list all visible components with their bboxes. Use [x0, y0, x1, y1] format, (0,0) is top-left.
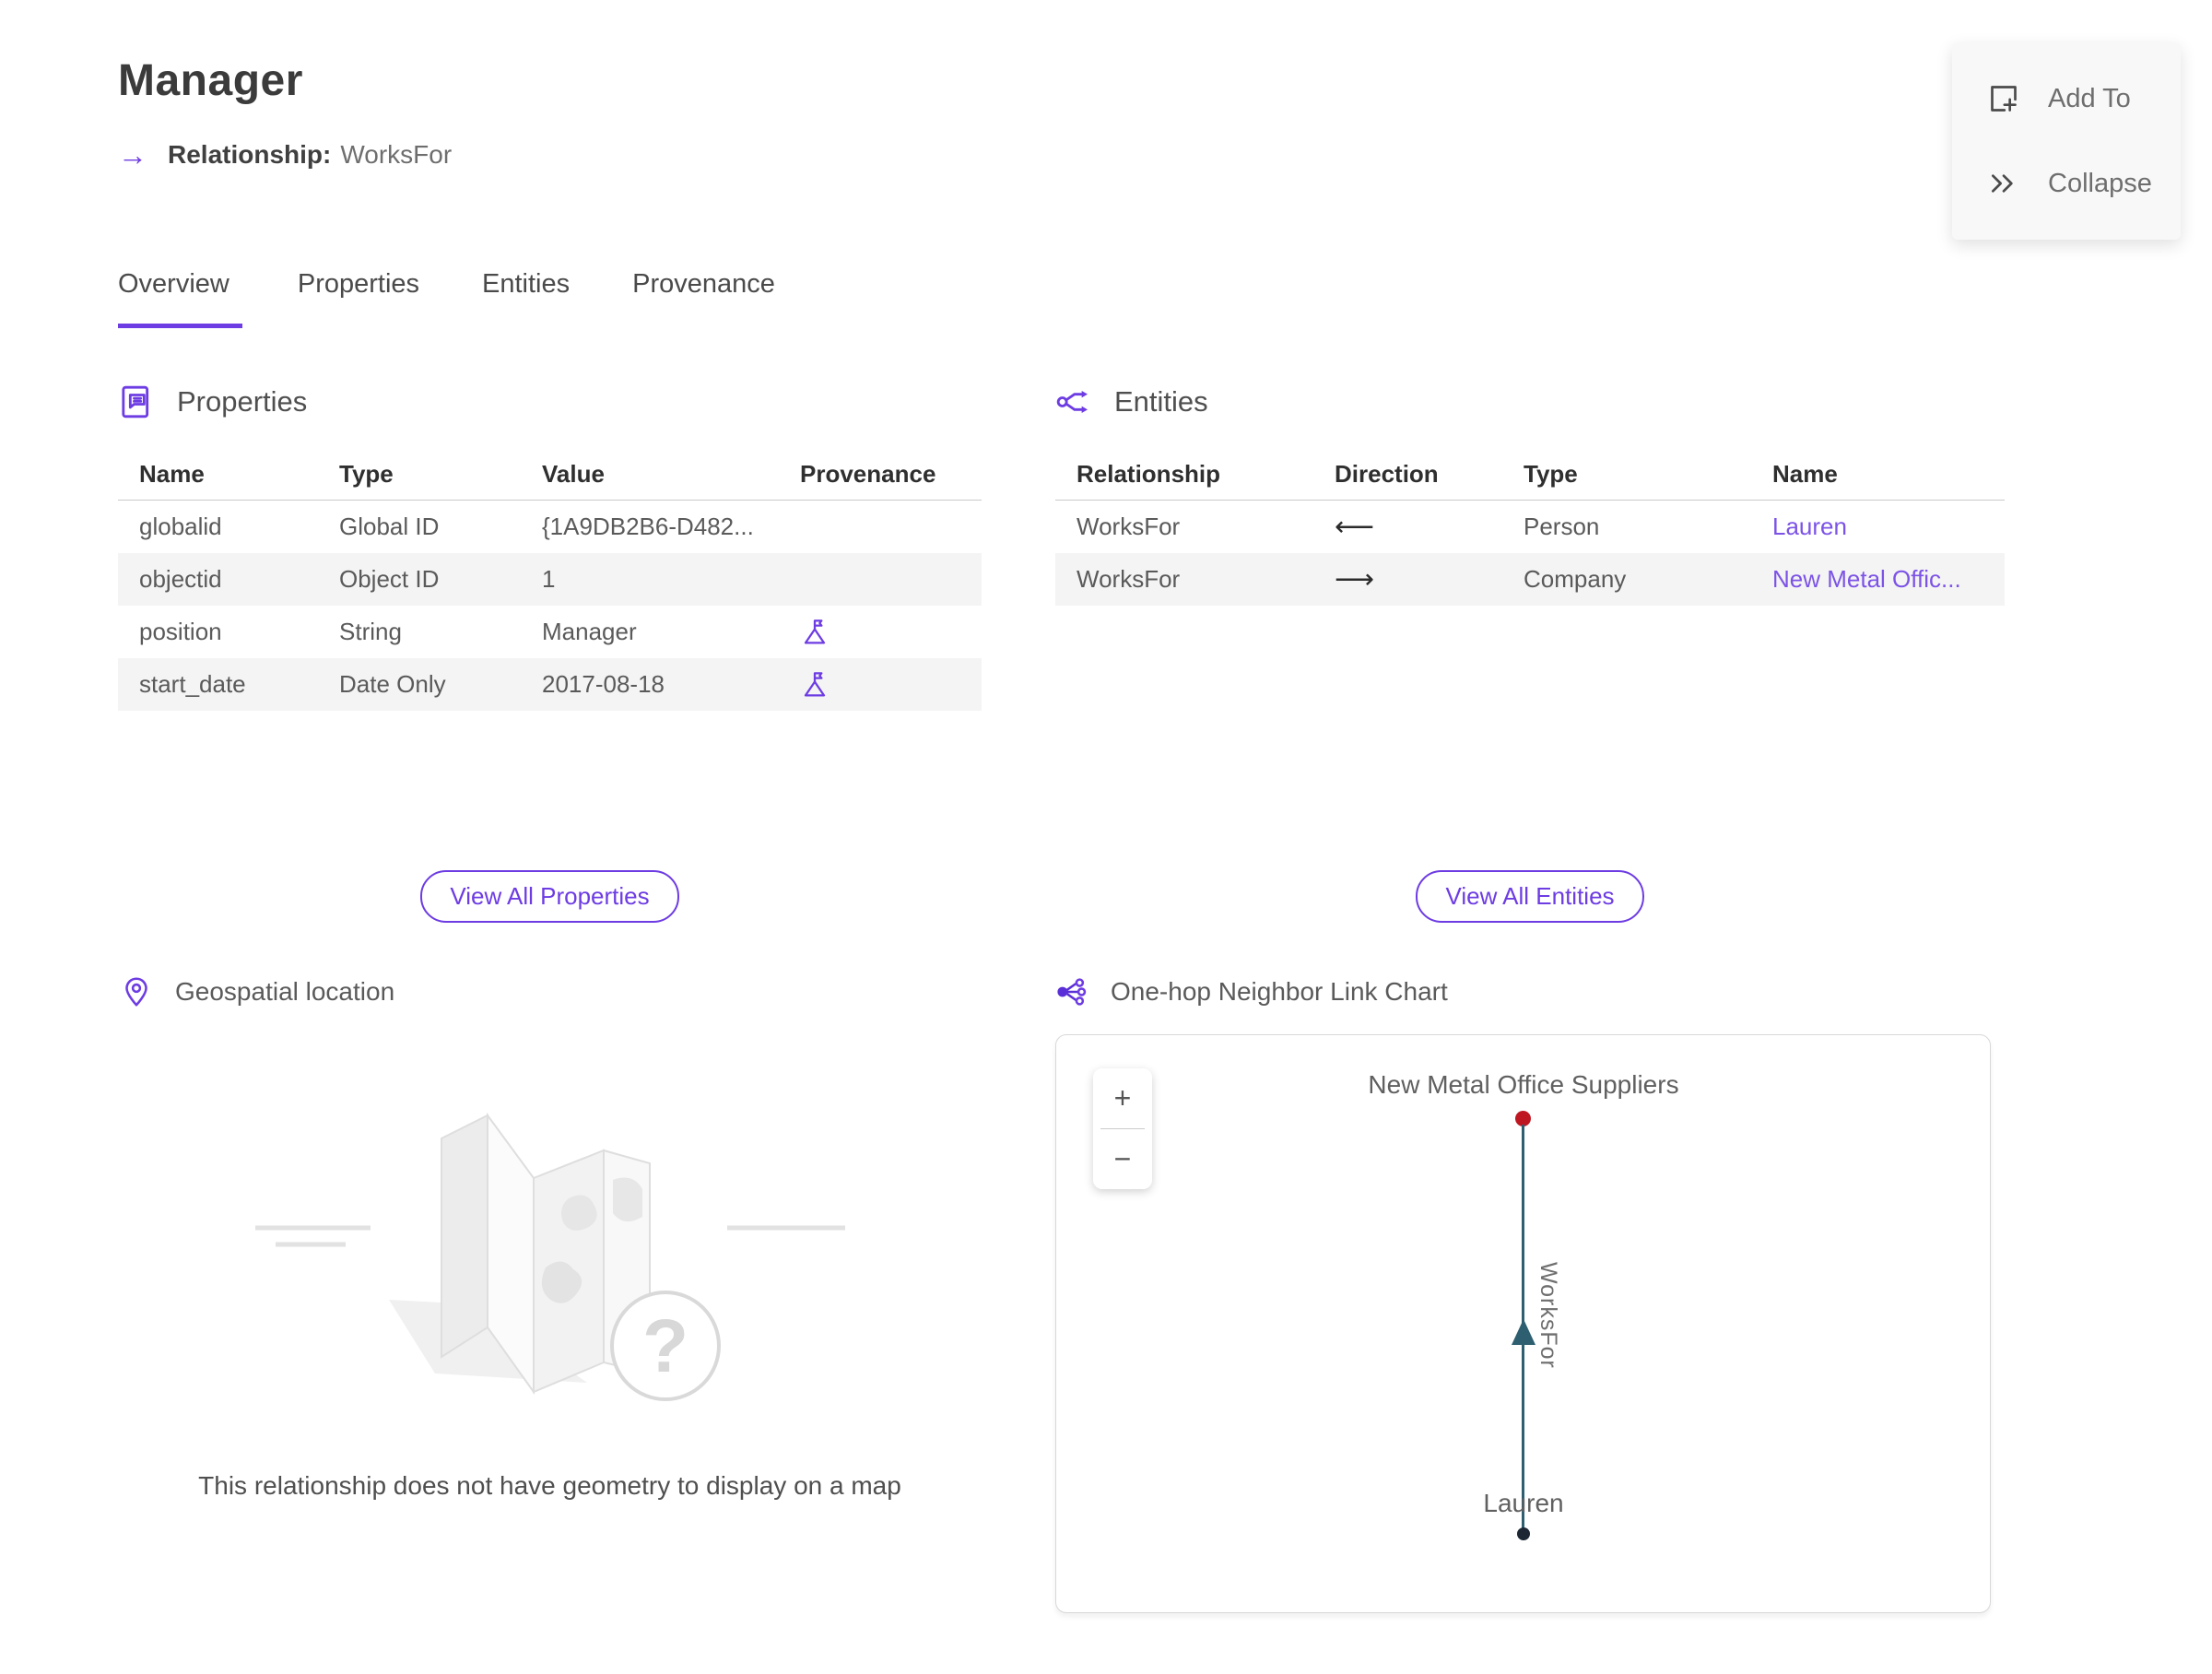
provenance-flag-icon[interactable] [800, 618, 830, 647]
tab-properties[interactable]: Properties [298, 269, 427, 328]
cell-provenance [779, 618, 982, 647]
zoom-out-button[interactable]: − [1093, 1129, 1152, 1189]
cell-value: 1 [542, 565, 556, 593]
cell-name: start_date [139, 670, 246, 698]
direction-right-arrow-icon: ⟶ [1335, 564, 1375, 595]
table-row: position String Manager [118, 606, 982, 658]
page-title: Manager [118, 56, 303, 105]
link-chart-section-header: One-hop Neighbor Link Chart [1055, 975, 1448, 1008]
tab-overview[interactable]: Overview [118, 269, 242, 328]
node-label-person: Lauren [1483, 1489, 1564, 1517]
table-row: globalid Global ID {1A9DB2B6-D482... [118, 501, 982, 553]
table-row: objectid Object ID 1 [118, 553, 982, 606]
col-type: Type [339, 459, 394, 488]
collapse-chevrons-icon [1985, 165, 2022, 202]
properties-table-header: Name Type Value Provenance [118, 448, 982, 501]
add-to-icon [1985, 80, 2022, 117]
col-name: Name [139, 459, 205, 488]
relationship-subtitle: → Relationship: WorksFor [118, 140, 452, 170]
entity-details-page: Manager → Relationship: WorksFor Add To [0, 0, 2212, 1674]
detail-tabs: Overview Properties Entities Provenance [118, 269, 838, 328]
cell-provenance [779, 670, 982, 700]
geospatial-section-title: Geospatial location [175, 977, 395, 1006]
cell-value: {1A9DB2B6-D482... [542, 513, 754, 540]
person-node[interactable] [1517, 1527, 1530, 1540]
properties-section-header: Properties [118, 383, 307, 420]
properties-section-title: Properties [177, 385, 308, 418]
link-chart-canvas[interactable]: + − New Metal Office Suppliers WorksFor … [1055, 1034, 1991, 1613]
col-relationship: Relationship [1077, 459, 1221, 488]
properties-table: Name Type Value Provenance globalid Glob… [118, 448, 982, 711]
zoom-control: + − [1093, 1068, 1152, 1189]
entities-graph-icon [1055, 383, 1092, 420]
cell-name: objectid [139, 565, 222, 593]
cell-value: 2017-08-18 [542, 670, 665, 698]
collapse-label: Collapse [2048, 168, 2152, 198]
map-placeholder-illustration: ? [254, 1112, 845, 1401]
entities-section-title: Entities [1114, 385, 1208, 418]
node-label-company: New Metal Office Suppliers [1368, 1070, 1679, 1099]
direction-left-arrow-icon: ⟵ [1335, 512, 1375, 542]
col-provenance: Provenance [800, 459, 936, 488]
properties-icon [118, 383, 155, 420]
collapse-button[interactable]: Collapse [1952, 141, 2181, 226]
relationship-arrow-icon: → [118, 138, 147, 171]
cell-type: Person [1524, 513, 1600, 540]
entity-link[interactable]: New Metal Offic... [1751, 565, 2005, 594]
tab-provenance[interactable]: Provenance [632, 269, 782, 328]
geospatial-section-header: Geospatial location [120, 975, 394, 1008]
actions-panel: Add To Collapse [1952, 42, 2181, 240]
entities-table: Relationship Direction Type Name WorksFo… [1055, 448, 2005, 606]
provenance-flag-icon[interactable] [800, 670, 830, 700]
table-row: WorksFor ⟵ Person Lauren [1055, 501, 2005, 553]
col-name: Name [1772, 459, 1838, 488]
link-chart-section-title: One-hop Neighbor Link Chart [1111, 977, 1448, 1006]
col-value: Value [542, 459, 605, 488]
cell-type: String [339, 618, 402, 645]
add-to-button[interactable]: Add To [1952, 56, 2181, 141]
cell-type: Company [1524, 565, 1627, 593]
cell-type: Date Only [339, 670, 446, 698]
entities-section-header: Entities [1055, 383, 1208, 420]
col-type: Type [1524, 459, 1578, 488]
edge-arrowhead [1512, 1319, 1535, 1345]
cell-name: globalid [139, 513, 222, 540]
cell-value: Manager [542, 618, 637, 645]
entity-link[interactable]: Lauren [1751, 513, 2005, 541]
col-direction: Direction [1335, 459, 1439, 488]
table-row: WorksFor ⟶ Company New Metal Offic... [1055, 553, 2005, 606]
cell-relationship: WorksFor [1077, 565, 1181, 593]
entities-table-header: Relationship Direction Type Name [1055, 448, 2005, 501]
subtitle-label: Relationship: [168, 140, 332, 169]
view-all-entities-wrap: View All Entities [1055, 870, 2005, 923]
one-hop-network-icon [1055, 975, 1088, 1008]
table-row: start_date Date Only 2017-08-18 [118, 658, 982, 711]
subtitle-value: WorksFor [340, 140, 453, 169]
add-to-label: Add To [2048, 83, 2131, 113]
edge-label: WorksFor [1535, 1262, 1561, 1369]
cell-type: Object ID [339, 565, 440, 593]
tab-entities[interactable]: Entities [482, 269, 577, 328]
cell-type: Global ID [339, 513, 440, 540]
cell-relationship: WorksFor [1077, 513, 1181, 540]
view-all-properties-button[interactable]: View All Properties [420, 870, 679, 923]
map-placeholder: ? [118, 1069, 982, 1443]
geospatial-empty-message: This relationship does not have geometry… [198, 1471, 901, 1500]
question-mark-glyph: ? [641, 1304, 688, 1388]
view-all-entities-button[interactable]: View All Entities [1416, 870, 1644, 923]
zoom-in-button[interactable]: + [1093, 1068, 1152, 1128]
view-all-properties-wrap: View All Properties [118, 870, 982, 923]
cell-name: position [139, 618, 222, 645]
map-pin-icon [120, 975, 153, 1008]
